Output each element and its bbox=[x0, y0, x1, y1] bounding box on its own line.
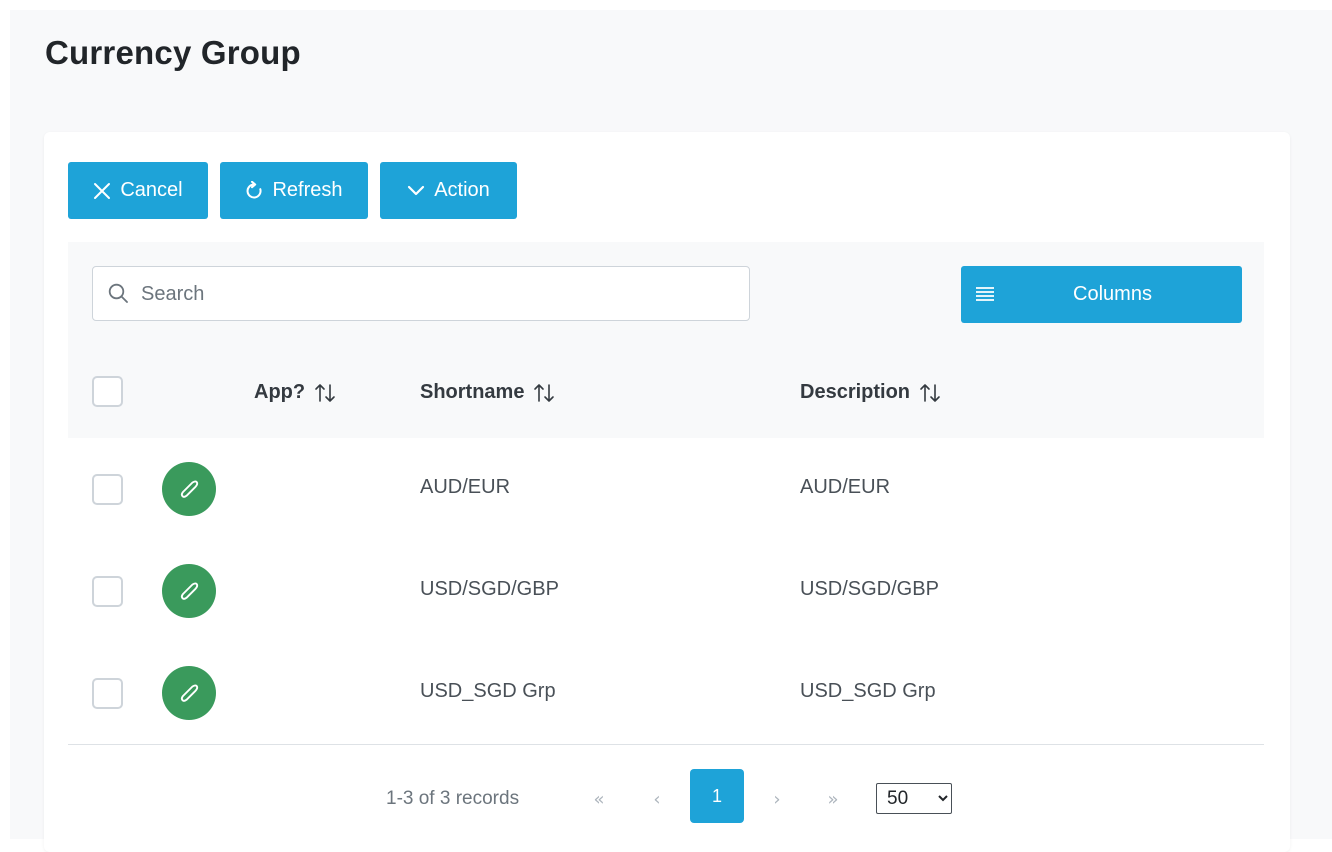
edit-button[interactable] bbox=[162, 564, 216, 618]
cell-shortname: USD/SGD/GBP bbox=[420, 578, 559, 600]
edit-button[interactable] bbox=[162, 666, 216, 720]
close-icon bbox=[94, 182, 111, 199]
column-header-description-label: Description bbox=[800, 381, 911, 403]
search-icon bbox=[108, 283, 128, 303]
refresh-button[interactable]: Refresh bbox=[220, 162, 368, 219]
refresh-icon bbox=[247, 181, 263, 199]
table-row: USD/SGD/GBP USD/SGD/GBP bbox=[68, 540, 1264, 643]
table-caption: Columns bbox=[68, 242, 1264, 349]
edit-button[interactable] bbox=[162, 462, 216, 516]
select-all-checkbox[interactable] bbox=[92, 376, 123, 407]
cancel-button-label: Cancel bbox=[120, 179, 183, 201]
page-number-button[interactable]: 1 bbox=[690, 769, 744, 823]
chevron-right-icon: › bbox=[773, 788, 781, 810]
sort-icon bbox=[534, 383, 555, 402]
pencil-icon bbox=[180, 480, 199, 498]
table-row: AUD/EUR AUD/EUR bbox=[68, 438, 1264, 541]
content-card: Cancel Refresh Action Columns bbox=[44, 132, 1290, 852]
chevron-left-icon: ‹ bbox=[653, 788, 661, 810]
search-box[interactable] bbox=[92, 266, 750, 321]
action-button[interactable]: Action bbox=[380, 162, 517, 219]
double-chevron-right-icon: » bbox=[827, 788, 839, 810]
search-input[interactable] bbox=[139, 268, 743, 321]
row-checkbox[interactable] bbox=[92, 474, 123, 505]
next-page-button[interactable]: › bbox=[762, 784, 792, 814]
last-page-button[interactable]: » bbox=[818, 784, 848, 814]
cell-description: USD_SGD Grp bbox=[800, 680, 936, 702]
sort-icon bbox=[315, 383, 335, 402]
sort-icon bbox=[920, 383, 940, 402]
column-header-shortname-label: Shortname bbox=[420, 381, 525, 403]
first-page-button[interactable]: « bbox=[584, 784, 614, 814]
column-header-description[interactable]: Description bbox=[800, 381, 941, 404]
cell-shortname: AUD/EUR bbox=[420, 476, 511, 498]
pencil-icon bbox=[180, 684, 199, 702]
page-size-select[interactable]: 50 bbox=[876, 783, 952, 814]
columns-button[interactable]: Columns bbox=[961, 266, 1242, 323]
chevron-down-icon bbox=[408, 185, 425, 195]
table-header-row: App? Shortname Description bbox=[68, 348, 1264, 438]
cancel-button[interactable]: Cancel bbox=[68, 162, 208, 219]
column-header-app-label: App? bbox=[254, 381, 306, 403]
pencil-icon bbox=[180, 582, 199, 600]
action-button-label: Action bbox=[434, 179, 490, 201]
row-checkbox[interactable] bbox=[92, 678, 123, 709]
column-header-app[interactable]: App? bbox=[254, 381, 336, 404]
page-title: Currency Group bbox=[45, 34, 301, 71]
cell-description: USD/SGD/GBP bbox=[800, 578, 939, 600]
pagination-info: 1-3 of 3 records bbox=[386, 788, 520, 809]
refresh-button-label: Refresh bbox=[272, 179, 343, 201]
row-checkbox[interactable] bbox=[92, 576, 123, 607]
cell-description: AUD/EUR bbox=[800, 476, 891, 498]
previous-page-button[interactable]: ‹ bbox=[642, 784, 672, 814]
double-chevron-left-icon: « bbox=[593, 788, 605, 810]
cell-shortname: USD_SGD Grp bbox=[420, 680, 556, 702]
columns-button-label: Columns bbox=[1073, 283, 1152, 305]
column-header-shortname[interactable]: Shortname bbox=[420, 381, 555, 404]
paginator: 1-3 of 3 records « ‹ 1 › » 50 bbox=[44, 744, 1290, 824]
table-row: USD_SGD Grp USD_SGD Grp bbox=[68, 642, 1264, 745]
